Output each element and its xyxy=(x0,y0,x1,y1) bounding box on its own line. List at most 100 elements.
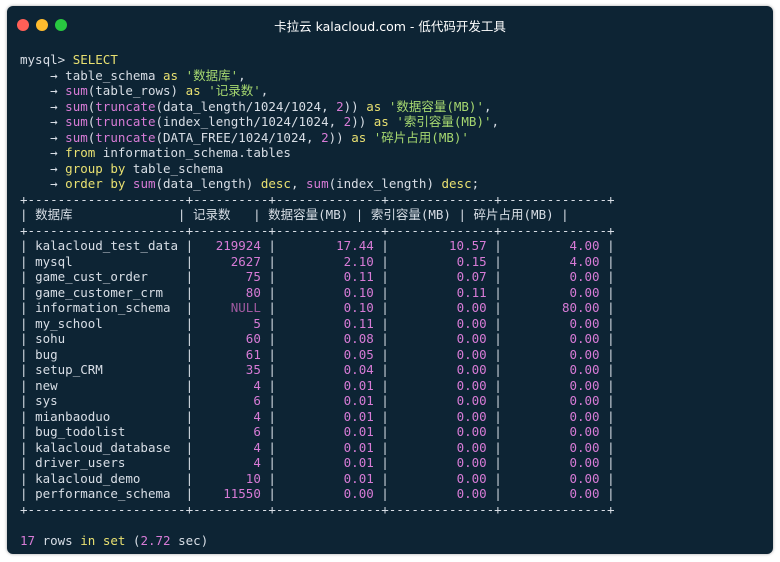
terminal-text: | xyxy=(20,207,36,222)
value-cell: 0.00 xyxy=(569,486,600,501)
query-line: → from information_schema.tables xyxy=(20,145,615,161)
schema-name-cell: information_schema xyxy=(35,300,171,315)
terminal-text: | xyxy=(178,455,201,470)
value-cell: 60 xyxy=(245,331,261,346)
terminal-text: | xyxy=(373,439,397,455)
value-cell: 10.57 xyxy=(449,238,487,253)
value-cell: 5 xyxy=(253,315,261,331)
value-cell: 0.00 xyxy=(456,377,487,393)
terminal-text: | xyxy=(599,331,615,346)
terminal-text: | xyxy=(20,238,36,253)
sql-token: desc xyxy=(260,176,291,191)
table-row: | game_cust_order | 75 | 0.11 | 0.07 | 0… xyxy=(20,269,615,285)
value-cell: 4 xyxy=(253,377,261,393)
terminal-text: | xyxy=(450,207,474,222)
terminal-text: | xyxy=(373,424,397,439)
sql-token: truncate xyxy=(95,98,156,114)
terminal-text: | xyxy=(230,207,269,222)
terminal-text: | xyxy=(599,393,615,408)
terminal-output[interactable]: mysql> SELECT → table_schema as '数据库', →… xyxy=(20,52,615,548)
sql-token: sum xyxy=(65,83,88,98)
sql-token: , xyxy=(260,83,269,98)
sql-token: information_schema.tables xyxy=(95,145,291,160)
schema-name-cell: performance_schema xyxy=(35,486,171,501)
value-cell: 61 xyxy=(245,346,261,362)
value-cell: 0.00 xyxy=(343,486,374,501)
sql-token: ; xyxy=(471,176,480,191)
terminal-text: | xyxy=(599,470,615,486)
schema-name-cell: bug xyxy=(35,346,58,362)
sql-token: as xyxy=(163,67,179,83)
terminal-text: | xyxy=(486,253,510,269)
terminal-text: | xyxy=(20,300,36,315)
table-row: | my_school | 5 | 0.11 | 0.00 | 0.00 | xyxy=(20,316,615,332)
terminal-text: | xyxy=(178,486,201,501)
value-cell: 4.00 xyxy=(569,238,600,253)
terminal-text: | xyxy=(178,408,201,424)
sql-token: sum xyxy=(306,176,329,191)
sql-token: sum xyxy=(65,114,88,129)
terminal-text: | xyxy=(599,362,615,377)
terminal-text: | xyxy=(260,269,284,284)
schema-name-cell: kalacloud_database xyxy=(35,439,171,455)
sql-token: truncate xyxy=(95,114,156,129)
terminal-text: | xyxy=(260,470,284,486)
table-row: | mysql | 2627 | 2.10 | 0.15 | 4.00 | xyxy=(20,254,615,270)
sql-token: (index_length/1024/1024, xyxy=(155,114,344,129)
terminal-text: | xyxy=(20,377,36,393)
terminal-text: | xyxy=(260,238,284,253)
table-row: | new | 4 | 0.01 | 0.00 | 0.00 | xyxy=(20,378,615,394)
schema-name-cell: sohu xyxy=(35,331,66,346)
continuation-arrow: → xyxy=(50,98,58,114)
terminal-text: ( xyxy=(125,532,141,548)
terminal-text: | xyxy=(373,331,397,346)
terminal-text: | xyxy=(178,300,201,315)
sql-token: table_schema xyxy=(65,67,164,83)
terminal-text: | xyxy=(178,346,201,362)
terminal-text: | xyxy=(373,408,397,424)
terminal-text: | xyxy=(178,439,201,455)
terminal-text: | xyxy=(373,362,397,377)
schema-name-cell: my_school xyxy=(35,315,103,331)
value-cell: 0.00 xyxy=(456,455,487,470)
schema-name-cell: mysql xyxy=(35,253,73,269)
terminal-text: | xyxy=(486,455,510,470)
sql-token: (data_length/1024/1024, xyxy=(155,98,337,114)
terminal-text: | xyxy=(599,377,615,393)
terminal-text: | xyxy=(260,424,284,439)
schema-name-cell: kalacloud_test_data xyxy=(35,238,179,253)
value-cell: 0.00 xyxy=(569,269,600,284)
terminal-text: | xyxy=(486,408,510,424)
terminal-text: | xyxy=(373,486,397,501)
value-cell: 0.01 xyxy=(343,424,374,439)
terminal-text: | xyxy=(20,253,36,269)
title-bar: 卡拉云 kalacloud.com - 低代码开发工具 xyxy=(7,6,773,40)
sql-token: SELECT xyxy=(72,52,118,67)
